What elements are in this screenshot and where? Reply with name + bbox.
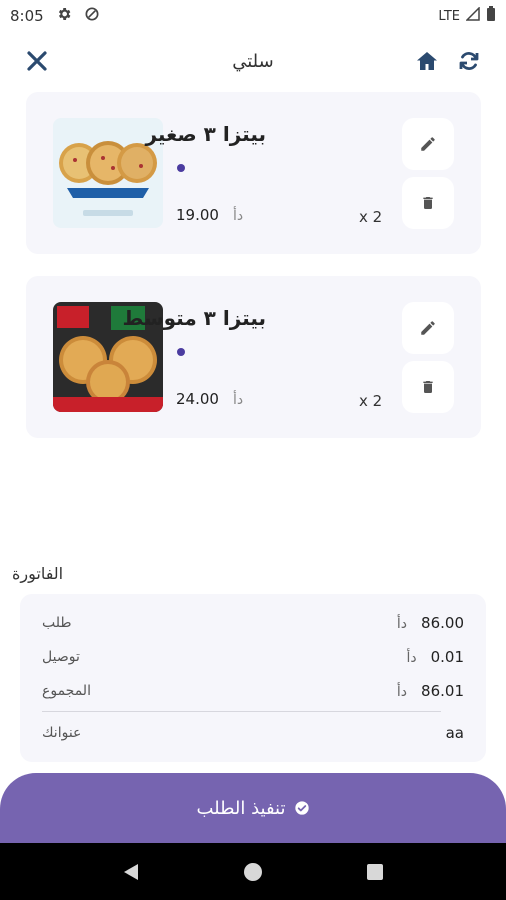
system-nav-bar — [0, 843, 506, 900]
back-triangle-icon — [124, 863, 138, 880]
invoice-row-address: عنوانك aa — [42, 721, 464, 745]
checkout-button-label: تنفيذ الطلب — [196, 797, 286, 819]
delete-button[interactable] — [402, 177, 454, 229]
trash-icon — [423, 197, 433, 209]
invoice-row-value: دأ 0.01 — [406, 648, 464, 666]
invoice-row-currency: دأ — [396, 684, 408, 700]
recents-button[interactable] — [355, 852, 395, 892]
invoice-row-value: aa — [446, 724, 464, 742]
invoice-row-value: دأ 86.01 — [397, 682, 464, 700]
item-price-currency: دأ — [232, 208, 244, 224]
recents-square-icon — [367, 863, 383, 880]
item-price-value: 19.00 — [176, 206, 219, 224]
delete-button[interactable] — [402, 361, 454, 413]
signal-icon — [465, 6, 480, 25]
invoice-row-amount: 86.01 — [421, 682, 464, 700]
status-bar: 8:05 LTE — [0, 0, 506, 32]
invoice-row-currency: دأ — [406, 650, 417, 666]
home-nav-button[interactable] — [233, 852, 273, 892]
checkout-button[interactable]: تنفيذ الطلب — [0, 773, 506, 843]
item-name: بيتزا ٣ متوسط — [122, 306, 266, 330]
invoice-row-label: طلب — [42, 615, 72, 631]
close-icon — [27, 51, 47, 71]
home-circle-icon — [244, 862, 262, 881]
home-icon — [417, 52, 437, 70]
refresh-icon — [459, 52, 479, 70]
item-indicator-dot — [177, 348, 185, 356]
invoice-row-amount: 0.01 — [430, 648, 464, 666]
invoice-row-value: دأ 86.00 — [397, 614, 464, 632]
edit-button[interactable] — [402, 118, 454, 170]
item-price-currency: دأ — [232, 392, 244, 408]
close-button[interactable] — [20, 44, 54, 78]
trash-icon — [423, 381, 433, 393]
invoice-row-order: طلب دأ 86.00 — [42, 611, 464, 635]
invoice-row-currency: دأ — [396, 616, 408, 632]
item-name: بيتزا ٣ صغير — [145, 122, 266, 146]
edit-button[interactable] — [402, 302, 454, 354]
back-button[interactable] — [111, 852, 151, 892]
invoice-row-amount: aa — [445, 724, 464, 742]
pencil-icon — [421, 137, 435, 151]
app-bar: سلتي — [0, 38, 506, 84]
invoice-title: الفاتورة — [12, 564, 64, 583]
item-price-value: 24.00 — [176, 390, 219, 408]
invoice-row-label: المجموع — [42, 683, 91, 699]
invoice-divider — [42, 711, 441, 712]
status-time: 8:05 — [10, 7, 44, 25]
do-not-disturb-icon — [84, 6, 100, 26]
refresh-button[interactable] — [452, 44, 486, 78]
home-button[interactable] — [410, 44, 444, 78]
invoice-row-label: توصيل — [42, 649, 80, 665]
invoice-row-delivery: توصيل دأ 0.01 — [42, 645, 464, 669]
check-circle-icon — [294, 801, 309, 815]
cart-item: بيتزا ٣ متوسط 24.00 دأ x 2 — [26, 276, 481, 438]
invoice-row-label: عنوانك — [42, 725, 82, 741]
item-quantity: x 2 — [359, 208, 383, 226]
pencil-icon — [421, 321, 435, 335]
battery-icon — [486, 6, 496, 26]
settings-gear-icon — [56, 6, 72, 26]
cart-item: بيتزا ٣ صغير 19.00 دأ x 2 — [26, 92, 481, 254]
network-type: LTE — [438, 8, 460, 24]
item-quantity: x 2 — [359, 392, 383, 410]
invoice-row-amount: 86.00 — [421, 614, 464, 632]
invoice-card: طلب دأ 86.00 توصيل دأ 0.01 المجموع دأ 86… — [20, 594, 486, 762]
item-price: 19.00 دأ — [176, 206, 243, 224]
item-price: 24.00 دأ — [176, 390, 243, 408]
invoice-row-total: المجموع دأ 86.01 — [42, 679, 464, 703]
item-indicator-dot — [177, 164, 185, 172]
